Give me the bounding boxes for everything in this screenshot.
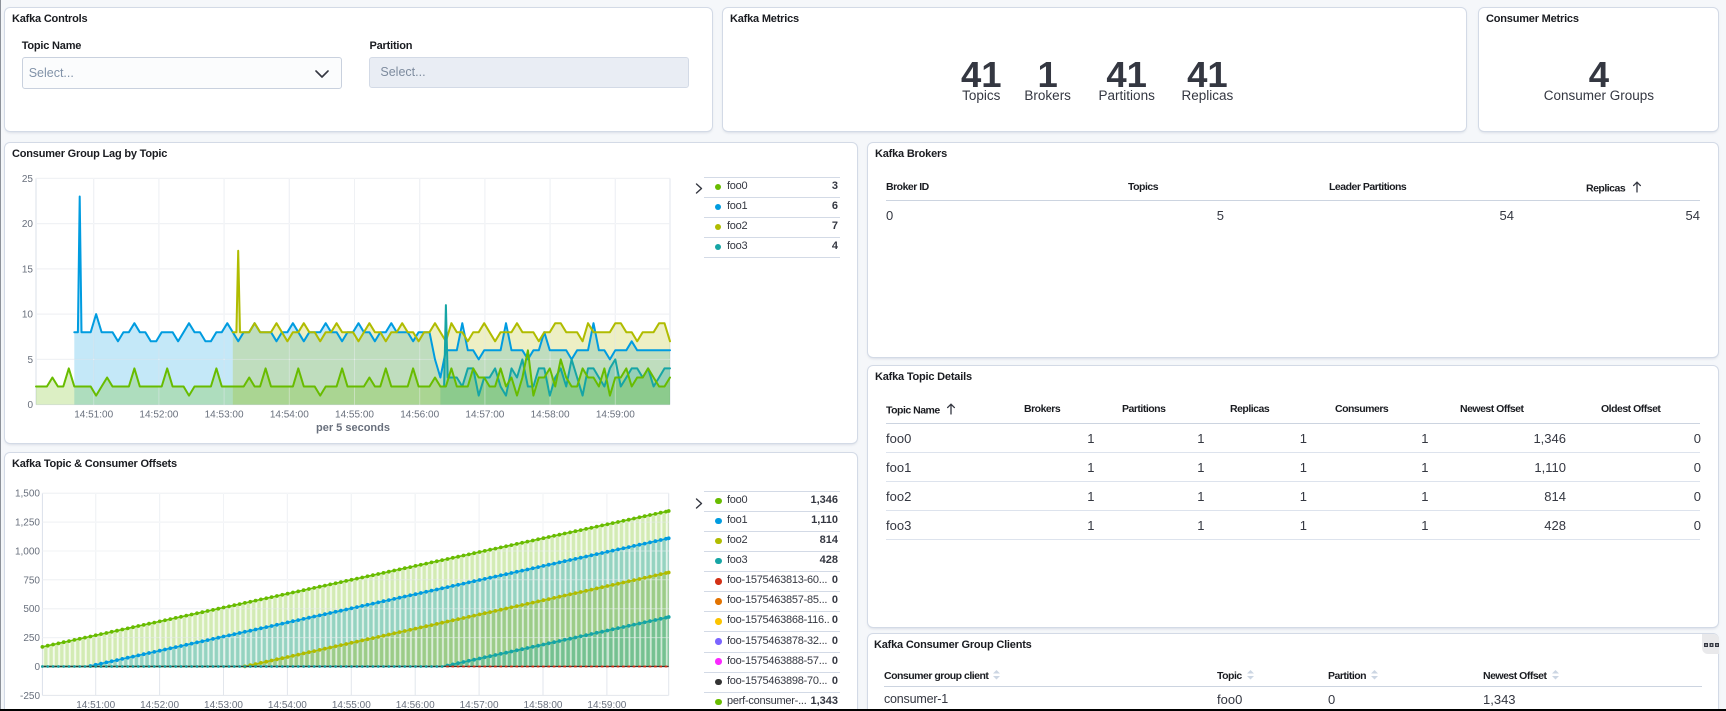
svg-text:500: 500 [23, 604, 40, 615]
svg-text:14:53:00: 14:53:00 [205, 410, 244, 421]
svg-text:-250: -250 [20, 691, 40, 702]
svg-text:15: 15 [22, 264, 34, 275]
svg-text:0: 0 [34, 662, 40, 673]
svg-text:14:51:00: 14:51:00 [74, 410, 113, 421]
svg-text:1,500: 1,500 [15, 489, 40, 500]
svg-text:0: 0 [27, 400, 33, 411]
svg-text:20: 20 [22, 219, 34, 230]
svg-text:14:56:00: 14:56:00 [400, 410, 439, 421]
svg-text:750: 750 [23, 575, 40, 586]
svg-text:25: 25 [22, 174, 34, 185]
svg-text:10: 10 [22, 310, 34, 321]
svg-text:14:54:00: 14:54:00 [270, 410, 309, 421]
svg-text:14:55:00: 14:55:00 [335, 410, 374, 421]
svg-text:14:58:00: 14:58:00 [531, 410, 570, 421]
svg-text:per 5 seconds: per 5 seconds [316, 422, 390, 434]
svg-text:14:52:00: 14:52:00 [139, 410, 178, 421]
svg-text:5: 5 [27, 355, 33, 366]
svg-text:14:57:00: 14:57:00 [465, 410, 504, 421]
svg-text:14:59:00: 14:59:00 [596, 410, 635, 421]
svg-text:250: 250 [23, 633, 40, 644]
svg-text:1,250: 1,250 [15, 518, 40, 529]
svg-text:1,000: 1,000 [15, 547, 40, 558]
